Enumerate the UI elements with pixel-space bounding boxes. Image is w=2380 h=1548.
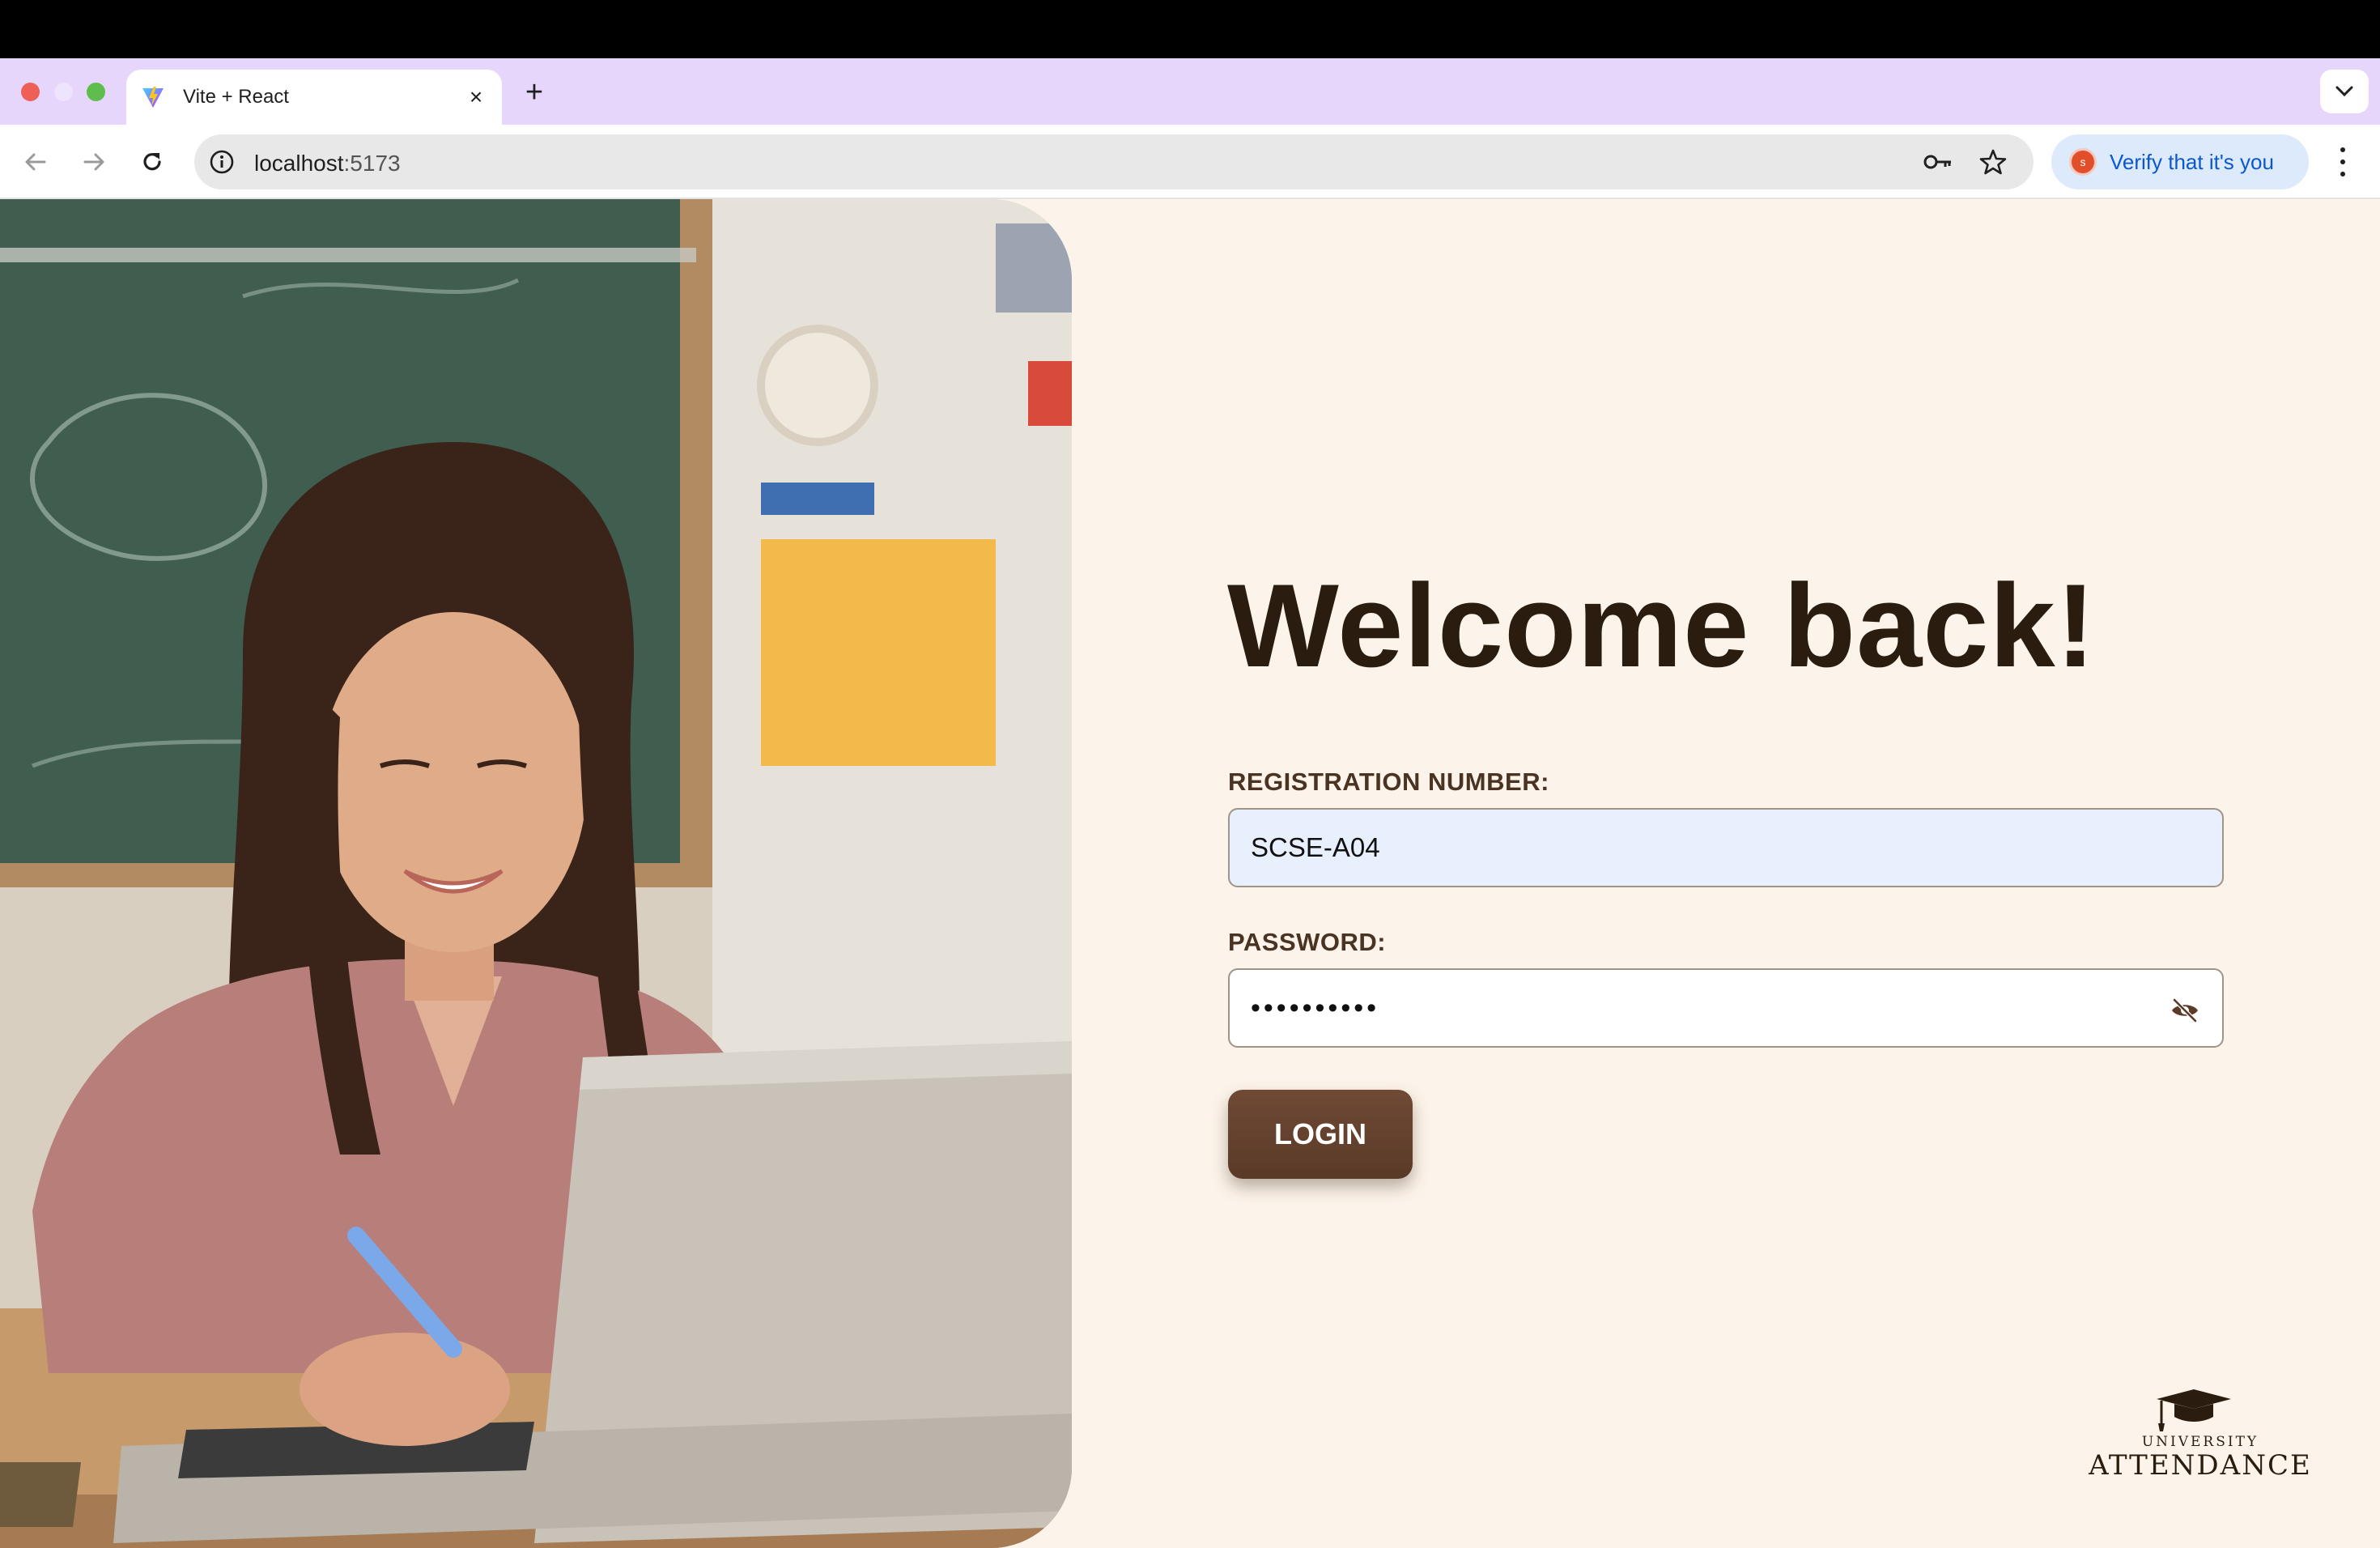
site-info-icon[interactable] xyxy=(207,147,236,176)
password-masked-value: •••••••••• xyxy=(1251,992,1380,1023)
registration-label: REGISTRATION NUMBER: xyxy=(1228,768,1549,796)
login-button[interactable]: LOGIN xyxy=(1228,1090,1413,1179)
eye-slash-icon xyxy=(2172,998,2198,1023)
url-text[interactable]: localhost:5173 xyxy=(254,151,401,176)
minimize-window-button[interactable] xyxy=(54,83,73,101)
active-tab[interactable]: Vite + React × xyxy=(126,70,502,125)
chevron-down-icon xyxy=(2335,86,2353,97)
tab-search-button[interactable] xyxy=(2320,70,2369,113)
browser-toolbar: localhost:5173 s Verify that it's you xyxy=(0,125,2380,199)
toggle-password-visibility-button[interactable] xyxy=(2169,994,2201,1027)
graduation-cap-icon xyxy=(2157,1389,2231,1431)
logo-line-university: UNIVERSITY xyxy=(2142,1434,2259,1450)
student-at-laptop-illustration xyxy=(0,199,1072,1548)
registration-number-input[interactable]: SCSE-A04 xyxy=(1228,808,2224,887)
address-bar[interactable]: localhost:5173 xyxy=(194,134,2034,189)
arrow-left-icon xyxy=(25,153,46,171)
maximize-window-button[interactable] xyxy=(87,83,105,101)
url-port: :5173 xyxy=(343,151,401,176)
verify-label: Verify that it's you xyxy=(2110,149,2274,174)
verify-identity-chip[interactable]: s Verify that it's you xyxy=(2051,134,2309,189)
university-attendance-logo: UNIVERSITY ATTENDANCE xyxy=(2080,1381,2323,1503)
password-label: PASSWORD: xyxy=(1228,928,1387,956)
vite-logo-icon xyxy=(139,83,167,111)
arrow-right-icon xyxy=(83,153,104,171)
window-top-bar xyxy=(0,0,2380,58)
reload-button[interactable] xyxy=(133,142,172,181)
login-page: Welcome back! REGISTRATION NUMBER: SCSE-… xyxy=(0,199,2380,1548)
browser-menu-icon[interactable] xyxy=(2327,144,2359,180)
profile-avatar: s xyxy=(2069,148,2097,176)
url-host: localhost xyxy=(254,151,344,176)
new-tab-button[interactable]: + xyxy=(518,75,550,109)
page-title: Welcome back! xyxy=(1227,559,2097,691)
logo-line-attendance: ATTENDANCE xyxy=(2088,1449,2312,1482)
bookmark-star-icon[interactable] xyxy=(1977,146,2009,178)
tab-title: Vite + React xyxy=(183,86,289,108)
reload-icon xyxy=(143,153,161,171)
back-button[interactable] xyxy=(16,142,55,181)
hero-illustration xyxy=(0,199,1072,1548)
forward-button[interactable] xyxy=(74,142,113,181)
tab-strip: Vite + React × + xyxy=(0,58,2380,125)
password-input[interactable]: •••••••••• xyxy=(1228,968,2224,1048)
tab-close-icon[interactable]: × xyxy=(463,84,489,110)
registration-value: SCSE-A04 xyxy=(1251,832,1380,862)
close-window-button[interactable] xyxy=(21,83,40,101)
password-key-icon[interactable] xyxy=(1922,147,1954,176)
